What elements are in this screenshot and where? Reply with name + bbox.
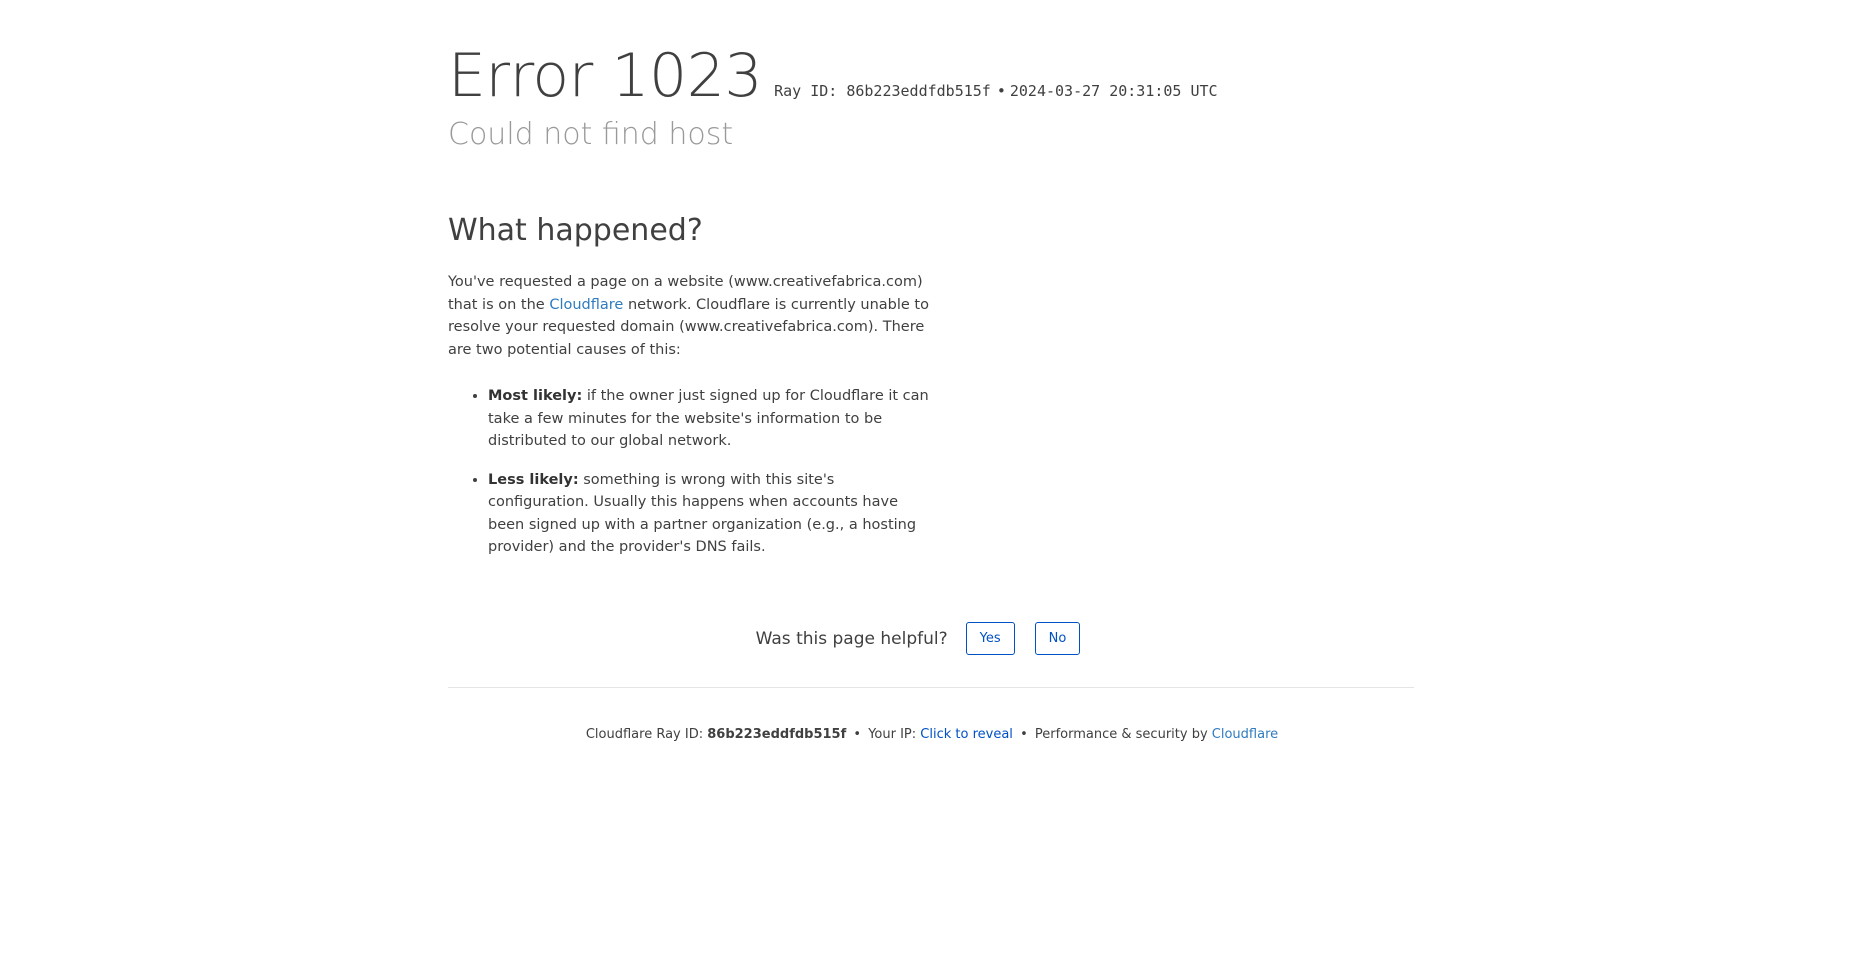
yes-button[interactable]: Yes	[965, 622, 1015, 655]
feedback-inner: Was this page helpful? Yes No	[756, 622, 1101, 655]
footer-ip-prefix: Your IP:	[868, 727, 921, 742]
ray-id-label: Ray ID: 86b223eddfdb515f	[774, 82, 991, 100]
feedback-question: Was this page helpful?	[755, 628, 948, 649]
cause-label: Most likely:	[488, 388, 583, 404]
footer-separator: •	[853, 727, 862, 742]
error-subtitle: Could not find host	[448, 117, 734, 152]
ray-separator: •	[996, 82, 1006, 100]
footer-ray-prefix: Cloudflare Ray ID:	[585, 727, 708, 742]
list-item: Less likely: something is wrong with thi…	[488, 469, 938, 559]
list-item: Most likely: if the owner just signed up…	[488, 385, 938, 453]
error-header: Error 1023 Ray ID: 86b223eddfdb515f • 2024…	[448, 46, 1428, 150]
footer: Cloudflare Ray ID: 86b223eddfdb515f • Yo…	[0, 727, 1850, 742]
what-happened-section: What happened? You've requested a page o…	[448, 214, 938, 575]
footer-ray-id: 86b223eddfdb515f	[707, 727, 847, 742]
feedback-bar: Was this page helpful? Yes No	[0, 622, 1850, 655]
ray-timestamp: 2024-03-27 20:31:05 UTC	[1009, 82, 1218, 100]
footer-separator: •	[1020, 727, 1028, 742]
footer-perf-text: Performance & security by	[1034, 727, 1212, 742]
title-line: Error 1023 Ray ID: 86b223eddfdb515f • 2024…	[448, 46, 1428, 106]
cause-label: Less likely:	[488, 471, 579, 488]
error-page: Error 1023 Ray ID: 86b223eddfdb515f • 2024…	[0, 0, 1850, 976]
what-happened-heading: What happened?	[448, 213, 703, 248]
error-title: Error 1023	[448, 41, 763, 111]
what-happened-paragraph: You've requested a page on a website (ww…	[448, 271, 938, 361]
ray-meta: Ray ID: 86b223eddfdb515f • 2024-03-27 20:3…	[774, 82, 1218, 100]
cloudflare-link[interactable]: Cloudflare	[549, 297, 623, 313]
no-button[interactable]: No	[1034, 622, 1081, 655]
reveal-ip-button[interactable]: Click to reveal	[920, 727, 1013, 742]
causes-list: Most likely: if the owner just signed up…	[448, 385, 938, 559]
footer-cloudflare-link[interactable]: Cloudflare	[1212, 727, 1278, 742]
footer-divider	[448, 687, 1414, 688]
